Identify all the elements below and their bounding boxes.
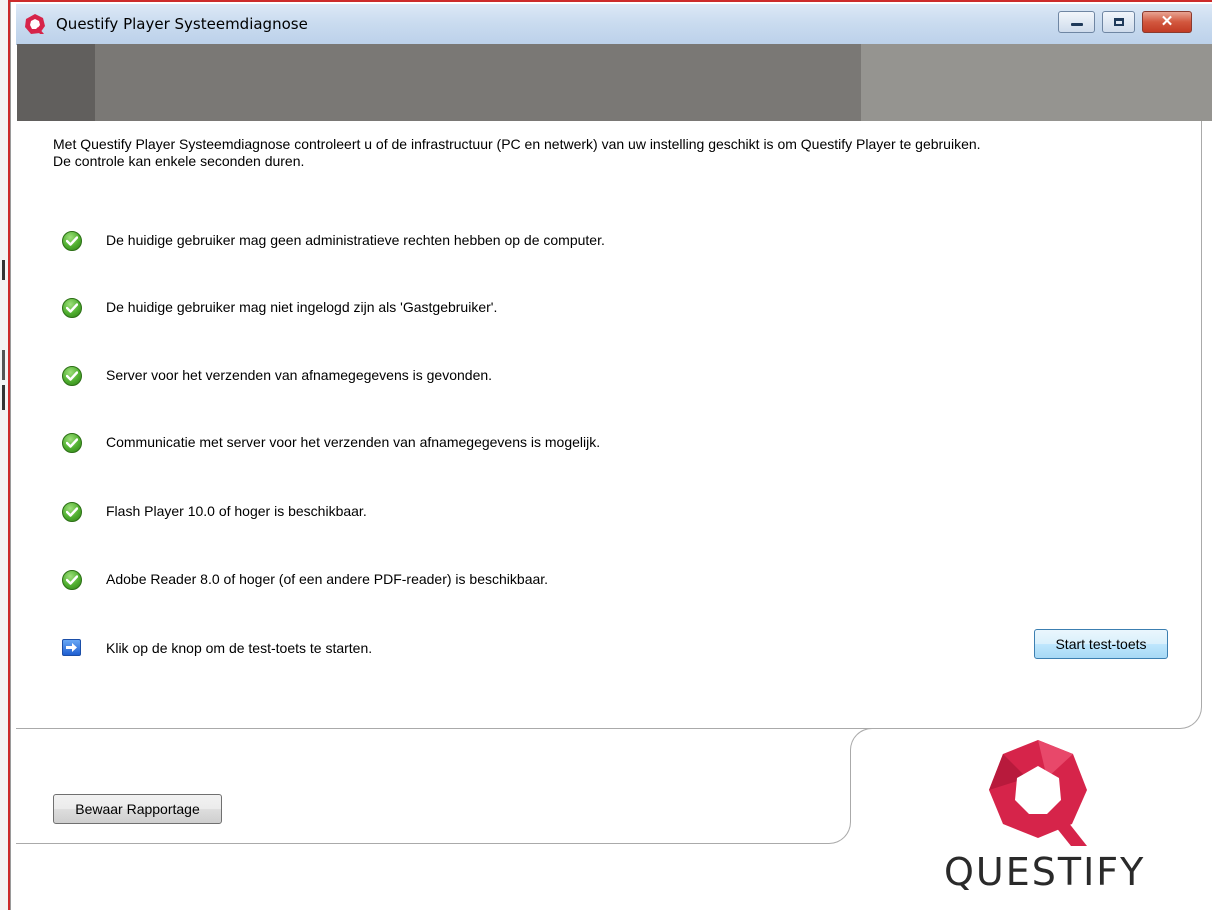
window-title: Questify Player Systeemdiagnose: [56, 15, 308, 33]
intro-text: Met Questify Player Systeemdiagnose cont…: [53, 136, 1203, 170]
diagnose-panel: Met Questify Player Systeemdiagnose cont…: [16, 121, 1202, 729]
panel-divider-curve: [820, 814, 851, 844]
close-icon: ✕: [1160, 13, 1174, 30]
window-border-top: [10, 0, 1212, 2]
header-banner: [17, 44, 1212, 121]
title-bar[interactable]: Questify Player Systeemdiagnose ✕: [16, 4, 1212, 45]
intro-line-1: Met Questify Player Systeemdiagnose cont…: [53, 136, 981, 152]
check-ok-icon: [62, 433, 82, 453]
save-report-button[interactable]: Bewaar Rapportage: [53, 794, 222, 824]
check-label: Flash Player 10.0 of hoger is beschikbaa…: [106, 503, 367, 519]
app-logo-icon: [24, 13, 46, 35]
check-label: Server voor het verzenden van afnamegege…: [106, 367, 493, 383]
check-ok-icon: [62, 502, 82, 522]
check-ok-icon: [62, 231, 82, 251]
check-label: De huidige gebruiker mag geen administra…: [106, 232, 605, 248]
check-ok-icon: [62, 298, 82, 318]
action-label: Klik op de knop om de test-toets te star…: [106, 640, 373, 656]
questify-logo-text: QUESTIFY: [944, 850, 1146, 894]
close-button[interactable]: ✕: [1142, 11, 1192, 33]
desktop-edge: [0, 0, 11, 910]
maximize-button[interactable]: [1102, 11, 1135, 33]
maximize-icon: [1114, 18, 1124, 26]
panel-divider-horizontal: [16, 843, 822, 844]
arrow-right-icon: [62, 639, 81, 656]
start-test-button[interactable]: Start test-toets: [1034, 629, 1168, 659]
check-ok-icon: [62, 366, 82, 386]
check-label: Adobe Reader 8.0 of hoger (of een andere…: [106, 571, 549, 587]
check-ok-icon: [62, 570, 82, 590]
panel-divider-curve: [850, 728, 880, 758]
check-label: De huidige gebruiker mag niet ingelogd z…: [106, 299, 498, 315]
check-label: Communicatie met server voor het verzend…: [106, 434, 601, 450]
minimize-button[interactable]: [1058, 11, 1095, 33]
questify-logo-icon: [987, 738, 1089, 848]
intro-line-2: De controle kan enkele seconden duren.: [53, 153, 305, 169]
panel-divider-vertical: [850, 757, 851, 815]
minimize-icon: [1071, 23, 1083, 26]
